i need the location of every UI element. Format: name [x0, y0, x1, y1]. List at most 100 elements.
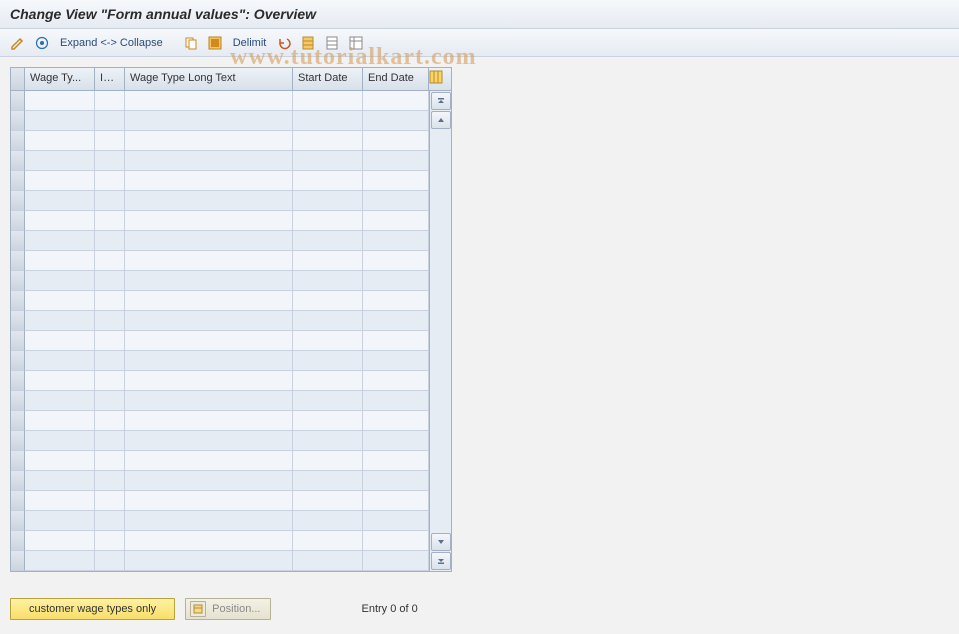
- cell-infotype[interactable]: [95, 551, 125, 571]
- row-selector[interactable]: [11, 351, 25, 371]
- row-selector[interactable]: [11, 471, 25, 491]
- cell-infotype[interactable]: [95, 251, 125, 271]
- cell-end-date[interactable]: [363, 431, 429, 451]
- cell-start-date[interactable]: [293, 391, 363, 411]
- row-selector[interactable]: [11, 191, 25, 211]
- cell-wage-type[interactable]: [25, 231, 95, 251]
- table-row[interactable]: [11, 291, 429, 311]
- cell-wage-type[interactable]: [25, 371, 95, 391]
- cell-start-date[interactable]: [293, 231, 363, 251]
- cell-long-text[interactable]: [125, 371, 293, 391]
- cell-start-date[interactable]: [293, 511, 363, 531]
- cell-long-text[interactable]: [125, 271, 293, 291]
- cell-wage-type[interactable]: [25, 411, 95, 431]
- cell-wage-type[interactable]: [25, 211, 95, 231]
- cell-wage-type[interactable]: [25, 191, 95, 211]
- cell-infotype[interactable]: [95, 171, 125, 191]
- row-selector[interactable]: [11, 551, 25, 571]
- cell-end-date[interactable]: [363, 211, 429, 231]
- cell-end-date[interactable]: [363, 451, 429, 471]
- cell-start-date[interactable]: [293, 411, 363, 431]
- cell-wage-type[interactable]: [25, 451, 95, 471]
- cell-infotype[interactable]: [95, 191, 125, 211]
- cell-wage-type[interactable]: [25, 511, 95, 531]
- cell-end-date[interactable]: [363, 291, 429, 311]
- cell-start-date[interactable]: [293, 451, 363, 471]
- cell-infotype[interactable]: [95, 231, 125, 251]
- cell-end-date[interactable]: [363, 531, 429, 551]
- table-row[interactable]: [11, 311, 429, 331]
- table-row[interactable]: [11, 371, 429, 391]
- cell-start-date[interactable]: [293, 171, 363, 191]
- cell-infotype[interactable]: [95, 91, 125, 111]
- table-row[interactable]: [11, 251, 429, 271]
- scroll-down-icon[interactable]: [431, 533, 451, 551]
- table-settings-icon[interactable]: [346, 33, 366, 53]
- cell-long-text[interactable]: [125, 151, 293, 171]
- row-selector[interactable]: [11, 111, 25, 131]
- cell-infotype[interactable]: [95, 131, 125, 151]
- cell-long-text[interactable]: [125, 251, 293, 271]
- col-wage-type[interactable]: Wage Ty...: [25, 68, 95, 90]
- row-selector[interactable]: [11, 371, 25, 391]
- col-long-text[interactable]: Wage Type Long Text: [125, 68, 293, 90]
- cell-long-text[interactable]: [125, 391, 293, 411]
- table-row[interactable]: [11, 231, 429, 251]
- row-selector[interactable]: [11, 531, 25, 551]
- cell-wage-type[interactable]: [25, 491, 95, 511]
- cell-wage-type[interactable]: [25, 311, 95, 331]
- row-selector[interactable]: [11, 91, 25, 111]
- cell-long-text[interactable]: [125, 411, 293, 431]
- cell-end-date[interactable]: [363, 171, 429, 191]
- cell-wage-type[interactable]: [25, 551, 95, 571]
- cell-start-date[interactable]: [293, 151, 363, 171]
- cell-start-date[interactable]: [293, 371, 363, 391]
- cell-long-text[interactable]: [125, 211, 293, 231]
- row-selector[interactable]: [11, 311, 25, 331]
- row-selector[interactable]: [11, 171, 25, 191]
- cell-end-date[interactable]: [363, 231, 429, 251]
- cell-wage-type[interactable]: [25, 431, 95, 451]
- table-row[interactable]: [11, 491, 429, 511]
- cell-end-date[interactable]: [363, 251, 429, 271]
- cell-start-date[interactable]: [293, 491, 363, 511]
- cell-long-text[interactable]: [125, 531, 293, 551]
- row-selector[interactable]: [11, 231, 25, 251]
- scroll-up-icon[interactable]: [431, 111, 451, 129]
- cell-infotype[interactable]: [95, 411, 125, 431]
- row-selector[interactable]: [11, 151, 25, 171]
- table-row[interactable]: [11, 131, 429, 151]
- table-row[interactable]: [11, 511, 429, 531]
- cell-start-date[interactable]: [293, 331, 363, 351]
- cell-start-date[interactable]: [293, 471, 363, 491]
- cell-infotype[interactable]: [95, 331, 125, 351]
- scroll-top-icon[interactable]: [431, 92, 451, 110]
- cell-start-date[interactable]: [293, 91, 363, 111]
- cell-infotype[interactable]: [95, 511, 125, 531]
- cell-long-text[interactable]: [125, 111, 293, 131]
- cell-infotype[interactable]: [95, 271, 125, 291]
- cell-wage-type[interactable]: [25, 471, 95, 491]
- cell-wage-type[interactable]: [25, 351, 95, 371]
- cell-start-date[interactable]: [293, 291, 363, 311]
- cell-wage-type[interactable]: [25, 151, 95, 171]
- cell-long-text[interactable]: [125, 431, 293, 451]
- row-selector[interactable]: [11, 211, 25, 231]
- cell-end-date[interactable]: [363, 331, 429, 351]
- table-row[interactable]: [11, 271, 429, 291]
- customer-wage-types-button[interactable]: customer wage types only: [10, 598, 175, 620]
- column-config-icon[interactable]: [429, 68, 451, 90]
- table-row[interactable]: [11, 431, 429, 451]
- cell-end-date[interactable]: [363, 151, 429, 171]
- table-row[interactable]: [11, 391, 429, 411]
- cell-start-date[interactable]: [293, 251, 363, 271]
- row-selector[interactable]: [11, 271, 25, 291]
- cell-infotype[interactable]: [95, 111, 125, 131]
- cell-start-date[interactable]: [293, 211, 363, 231]
- cell-start-date[interactable]: [293, 271, 363, 291]
- vertical-scrollbar[interactable]: [429, 91, 451, 571]
- cell-infotype[interactable]: [95, 211, 125, 231]
- table-row[interactable]: [11, 411, 429, 431]
- row-selector[interactable]: [11, 291, 25, 311]
- cell-end-date[interactable]: [363, 371, 429, 391]
